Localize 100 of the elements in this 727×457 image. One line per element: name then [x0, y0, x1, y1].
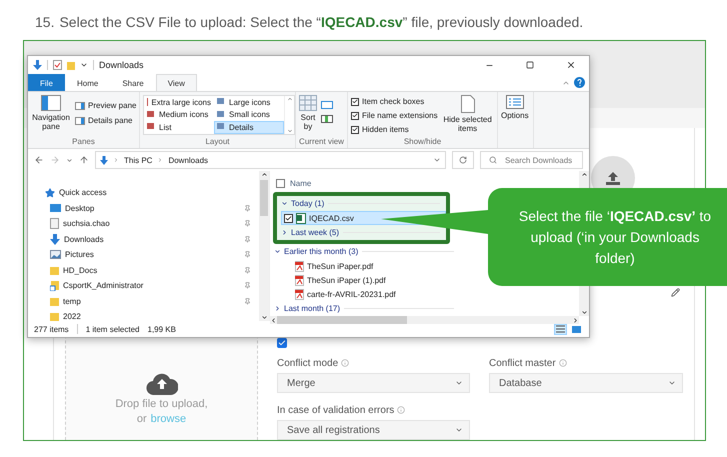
search-icon [489, 156, 497, 164]
pane-button[interactable]: Preview pane [75, 101, 136, 110]
layout-option[interactable]: Large icons [214, 96, 284, 108]
details-view-button[interactable] [554, 324, 567, 334]
scroll-left-icon[interactable] [270, 316, 277, 324]
columns-icon[interactable] [321, 115, 333, 123]
chevron-down-icon [274, 248, 281, 255]
pane-icon [75, 116, 85, 124]
ribbon-tab[interactable]: Home [65, 74, 110, 91]
caret-icon[interactable] [80, 61, 88, 69]
group-header[interactable]: Last week (5) [281, 228, 340, 237]
ribbon-tab[interactable]: File [28, 74, 65, 91]
checkbox[interactable] [351, 98, 359, 106]
group-label: Layout [204, 137, 231, 147]
question-mark-icon [577, 79, 582, 86]
selection-size: 1,99 KB [148, 324, 176, 334]
group-header[interactable]: Today (1) [281, 199, 324, 208]
selection-status: 1 item selected [86, 324, 140, 334]
scroll-right-icon[interactable] [572, 316, 579, 324]
nav-item[interactable]: Downloads [28, 232, 259, 247]
ribbon-tab[interactable]: Share [110, 74, 156, 91]
spreadsheet-icon [296, 212, 306, 224]
nav-item[interactable]: CsportK_Administrator [28, 278, 259, 294]
scrollbar-thumb[interactable] [260, 180, 268, 216]
checkbox[interactable] [351, 112, 359, 120]
nav-item[interactable]: temp [28, 294, 259, 309]
scroll-up-icon[interactable] [580, 171, 588, 178]
up-button[interactable] [79, 155, 89, 165]
group-by-icon[interactable] [321, 101, 333, 109]
address-bar[interactable]: This PC Downloads [95, 151, 446, 169]
picture-frame-icon [50, 250, 61, 260]
maximize-icon[interactable] [526, 61, 534, 69]
list-icon [556, 325, 565, 333]
scroll-down-icon[interactable] [580, 309, 588, 316]
select-all-checkbox[interactable] [276, 178, 285, 188]
chevron-down-icon [281, 200, 288, 207]
pdf-icon [295, 274, 304, 286]
pencil-icon[interactable] [671, 288, 680, 297]
checkbox[interactable] [284, 214, 293, 222]
page-icon [460, 95, 475, 113]
pane-button[interactable]: Details pane [75, 116, 136, 125]
layout-option[interactable]: Details [214, 121, 284, 134]
options-icon [506, 95, 524, 109]
sort-by-button[interactable]: Sort by [299, 95, 317, 131]
info-icon [397, 406, 406, 414]
nav-item[interactable]: HD_Docs [28, 262, 259, 278]
group-header[interactable]: Last month (17) [274, 304, 340, 313]
checklist-icon[interactable] [53, 60, 62, 70]
group-label: Show/hide [402, 137, 442, 147]
select-field[interactable]: Merge [277, 373, 470, 393]
scroll-down-icon[interactable] [260, 314, 268, 321]
grid-icon [299, 95, 317, 111]
chevron-right-icon [157, 157, 164, 163]
nav-item[interactable]: Pictures [28, 247, 259, 262]
info-icon [558, 359, 567, 367]
file-row[interactable]: TheSun iPaper (1).pdf [292, 273, 391, 287]
options-button[interactable]: Options [501, 95, 529, 120]
nav-item[interactable]: Quick access [28, 185, 259, 200]
checkbox-label: Item check boxes [362, 97, 424, 106]
layout-option[interactable]: Medium icons [144, 108, 214, 121]
select-field[interactable]: Database [489, 373, 683, 393]
ribbon-tab[interactable]: View [156, 74, 197, 91]
checkbox[interactable] [351, 126, 359, 134]
refresh-button[interactable] [452, 151, 474, 169]
help-icon[interactable] [574, 77, 585, 88]
chevron-down-icon[interactable] [433, 156, 441, 164]
select-field[interactable]: Save all registrations [277, 420, 470, 440]
chevron-right-icon [113, 157, 119, 163]
group-header[interactable]: Earlier this month (3) [274, 247, 358, 256]
chevron-right-icon [281, 229, 288, 236]
recent-locations-button[interactable] [66, 156, 73, 164]
field-label: Conflict mode [277, 358, 338, 368]
nav-item[interactable]: suchsia.chao [28, 216, 259, 232]
search-field[interactable]: Search Downloads [480, 151, 583, 169]
file-row[interactable]: TheSun iPaper.pdf [292, 259, 378, 273]
back-button[interactable] [34, 155, 44, 165]
download-arrow-icon [50, 234, 60, 245]
upload-icon [606, 172, 620, 184]
group-label: Panes [71, 137, 96, 147]
checkbox[interactable] [277, 338, 287, 348]
close-icon[interactable] [566, 60, 576, 70]
navigation-pane-button[interactable]: Navigation pane [31, 95, 71, 131]
file-row[interactable]: carte-fr-AVRIL-20231.pdf [292, 287, 401, 301]
monitor-icon [50, 204, 61, 213]
nav-item[interactable]: Desktop [28, 200, 259, 216]
download-arrow-icon [100, 156, 108, 164]
step-number: 15. [35, 14, 54, 30]
folder-shortcut-icon [50, 280, 59, 291]
large-icons-view-button[interactable] [570, 324, 583, 334]
layout-option[interactable]: Extra large icons [144, 96, 214, 108]
layout-option[interactable]: List [144, 121, 214, 134]
refresh-icon [459, 156, 467, 164]
scroll-up-icon[interactable] [260, 171, 268, 178]
hide-selected-button[interactable]: Hide selected items [442, 95, 494, 133]
layout-option[interactable]: Small icons [214, 108, 284, 121]
group-label: Current view [299, 137, 344, 147]
thumbnail-icon [572, 326, 581, 332]
checkbox-label: Hidden items [362, 125, 409, 134]
scrollbar-thumb[interactable] [277, 316, 407, 324]
column-header[interactable]: Name [290, 178, 312, 188]
